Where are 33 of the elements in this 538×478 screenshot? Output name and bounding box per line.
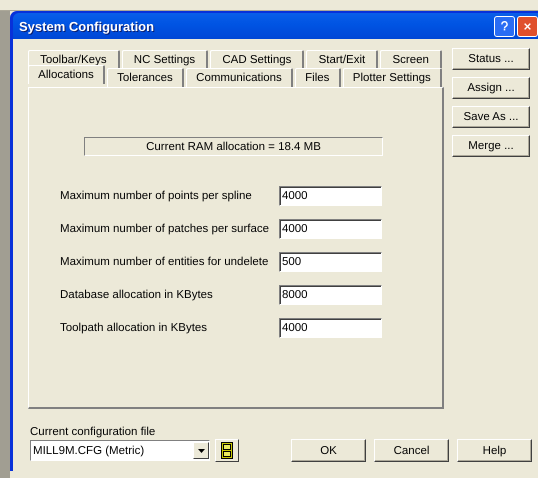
ram-allocation-readout: Current RAM allocation = 18.4 MB (84, 137, 383, 156)
dialog-button[interactable]: Cancel (374, 439, 449, 462)
input-field[interactable]: 4000 (279, 219, 382, 239)
field-label: Maximum number of points per spline (60, 190, 253, 202)
help-icon[interactable] (494, 16, 515, 36)
tab[interactable]: Start/Exit (306, 50, 378, 68)
field-label: Toolpath allocation in KBytes (60, 322, 208, 334)
file-cabinet-icon[interactable] (215, 439, 239, 462)
tab[interactable]: Plotter Settings (342, 68, 442, 87)
config-file-label: Current configuration file (30, 426, 156, 438)
dialog-button[interactable]: Help (457, 439, 532, 462)
input-field[interactable]: 8000 (279, 285, 382, 305)
config-file-dropdown[interactable]: MILL9M.CFG (Metric) (30, 440, 210, 461)
input-field[interactable]: 500 (279, 252, 382, 272)
tab[interactable]: Files (294, 68, 341, 87)
side-button[interactable]: Assign ... (452, 77, 530, 99)
input-field[interactable]: 4000 (279, 186, 382, 206)
side-button[interactable]: Status ... (452, 48, 530, 70)
tab[interactable]: Screen (380, 50, 442, 68)
side-button[interactable]: Save As ... (452, 106, 530, 128)
tab[interactable]: Allocations (28, 65, 105, 84)
dialog-button[interactable]: OK (291, 439, 366, 462)
field-label: Maximum number of patches per surface (60, 223, 270, 235)
field-label: Maximum number of entities for undelete (60, 256, 270, 268)
tab[interactable]: NC Settings (122, 50, 208, 68)
field-label: Database allocation in KBytes (60, 289, 214, 301)
tab[interactable]: Communications (186, 68, 293, 87)
window-title: System Configuration (19, 18, 156, 34)
side-button[interactable]: Merge ... (452, 135, 530, 157)
close-icon[interactable] (517, 16, 538, 36)
tab[interactable]: CAD Settings (210, 50, 304, 68)
input-field[interactable]: 4000 (279, 318, 382, 338)
tab[interactable]: Tolerances (106, 68, 184, 87)
